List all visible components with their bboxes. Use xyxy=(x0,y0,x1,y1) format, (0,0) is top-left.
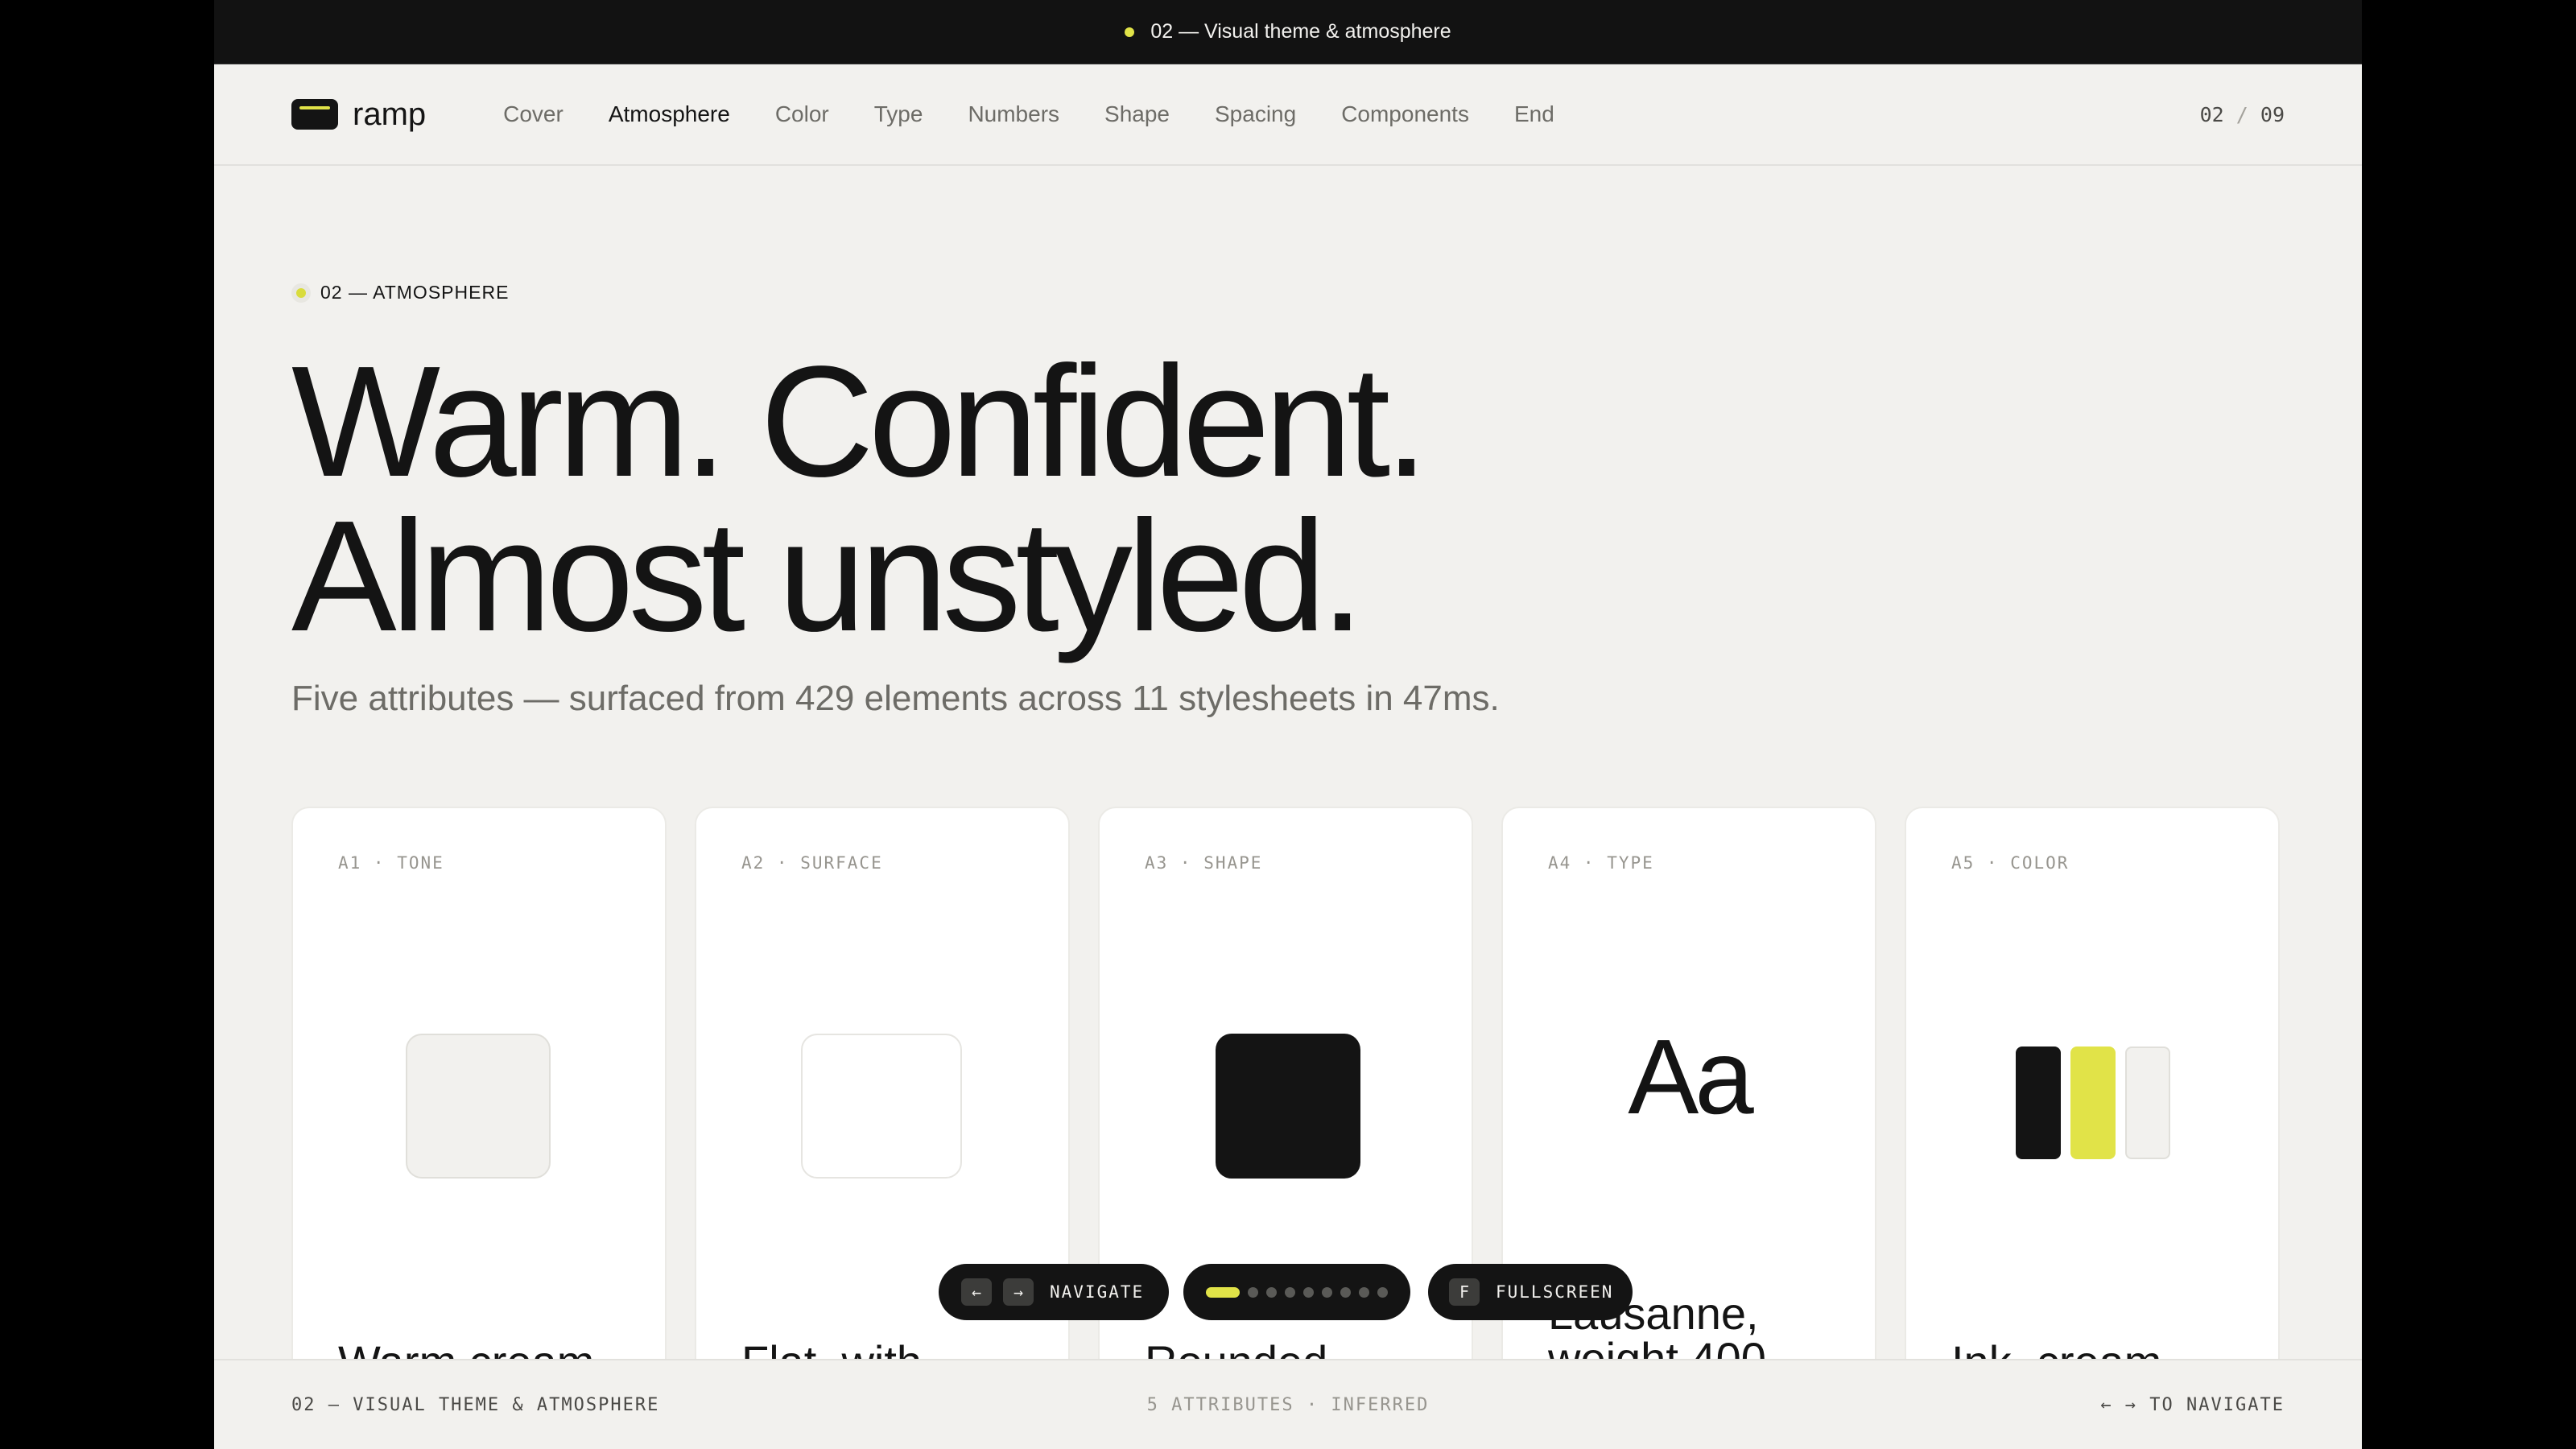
attribute-card-color: A5 · COLOR Ink, cream xyxy=(1905,807,2280,1418)
footer-bar: 02 — VISUAL THEME & ATMOSPHERE 5 ATTRIBU… xyxy=(214,1359,2362,1449)
eyebrow-label: 02 — ATMOSPHERE xyxy=(320,282,510,303)
nav-items: Cover Atmosphere Color Type Numbers Shap… xyxy=(503,101,1554,127)
slide-frame: 02 — Visual theme & atmosphere ramp Cove… xyxy=(214,0,2362,1449)
attribute-card-tone: A1 · TONE Warm cream xyxy=(291,807,667,1418)
fullscreen-key: F xyxy=(1449,1278,1480,1306)
type-specimen: Aa xyxy=(1628,1018,1753,1136)
page-subline: Five attributes — surfaced from 429 elem… xyxy=(291,679,1500,718)
flat-surface-swatch xyxy=(801,1034,962,1179)
slide-progress-dots xyxy=(1183,1264,1410,1320)
progress-dot[interactable] xyxy=(1322,1286,1332,1298)
card-label: A3 · SHAPE xyxy=(1145,853,1263,873)
card-label: A5 · COLOR xyxy=(1951,853,2070,873)
counter-current: 02 xyxy=(2199,102,2224,126)
window-title: 02 — Visual theme & atmosphere xyxy=(1150,20,1451,43)
progress-dot[interactable] xyxy=(1359,1286,1369,1298)
logo-icon xyxy=(291,99,338,130)
color-palette xyxy=(2016,1046,2170,1159)
top-navigation: ramp Cover Atmosphere Color Type Numbers… xyxy=(214,64,2362,166)
progress-dot[interactable] xyxy=(1340,1286,1351,1298)
nav-item-components[interactable]: Components xyxy=(1341,101,1469,127)
navigate-label: NAVIGATE xyxy=(1050,1282,1145,1302)
cream-tone-swatch xyxy=(406,1034,551,1179)
footer-status: 5 ATTRIBUTES · INFERRED xyxy=(1146,1394,1430,1415)
nav-item-cover[interactable]: Cover xyxy=(503,101,564,127)
prev-key-button[interactable]: ← xyxy=(961,1278,992,1306)
page-headline: Warm. Confident. Almost unstyled. xyxy=(291,343,1429,655)
nav-item-type[interactable]: Type xyxy=(874,101,923,127)
nav-item-spacing[interactable]: Spacing xyxy=(1215,101,1296,127)
accent-color-swatch xyxy=(2070,1046,2116,1159)
attribute-card-surface: A2 · SURFACE Flat, with xyxy=(695,807,1070,1418)
progress-dot[interactable] xyxy=(1266,1286,1277,1298)
card-label: A4 · TYPE xyxy=(1548,853,1654,873)
progress-dot[interactable] xyxy=(1248,1286,1258,1298)
counter-total: 09 xyxy=(2260,102,2285,126)
nav-item-color[interactable]: Color xyxy=(775,101,829,127)
window-title-bar: 02 — Visual theme & atmosphere xyxy=(214,0,2362,64)
fullscreen-button[interactable]: F FULLSCREEN xyxy=(1428,1264,1633,1320)
progress-dot[interactable] xyxy=(1285,1286,1295,1298)
nav-item-end[interactable]: End xyxy=(1514,101,1554,127)
slide-counter: 02 / 09 xyxy=(2200,103,2285,126)
section-eyebrow: 02 — ATMOSPHERE xyxy=(291,282,509,303)
card-label: A1 · TONE xyxy=(338,853,444,873)
cream-color-swatch xyxy=(2125,1046,2170,1159)
nav-item-atmosphere[interactable]: Atmosphere xyxy=(609,101,730,127)
brand-logo[interactable]: ramp xyxy=(291,97,426,133)
nav-item-numbers[interactable]: Numbers xyxy=(968,101,1059,127)
brand-name: ramp xyxy=(353,96,427,132)
card-label: A2 · SURFACE xyxy=(741,853,883,873)
ink-color-swatch xyxy=(2016,1046,2061,1159)
progress-dot[interactable] xyxy=(1377,1286,1388,1298)
eyebrow-dot-icon xyxy=(291,283,311,303)
navigate-control: ← → NAVIGATE xyxy=(939,1264,1169,1320)
attribute-card-shape: A3 · SHAPE Rounded xyxy=(1098,807,1473,1418)
progress-dot[interactable] xyxy=(1303,1286,1314,1298)
fullscreen-label: FULLSCREEN xyxy=(1496,1282,1614,1302)
headline-line-1: Warm. Confident. xyxy=(291,333,1429,510)
counter-separator: / xyxy=(2235,102,2248,126)
status-dot xyxy=(1125,27,1135,37)
headline-line-2: Almost unstyled. xyxy=(291,488,1364,664)
next-key-button[interactable]: → xyxy=(1003,1278,1034,1306)
progress-dot[interactable] xyxy=(1206,1286,1240,1298)
rounded-shape-swatch xyxy=(1216,1034,1360,1179)
attribute-card-type: A4 · TYPE Aa Lausanne, weight 400 xyxy=(1501,807,1876,1418)
nav-item-shape[interactable]: Shape xyxy=(1104,101,1170,127)
